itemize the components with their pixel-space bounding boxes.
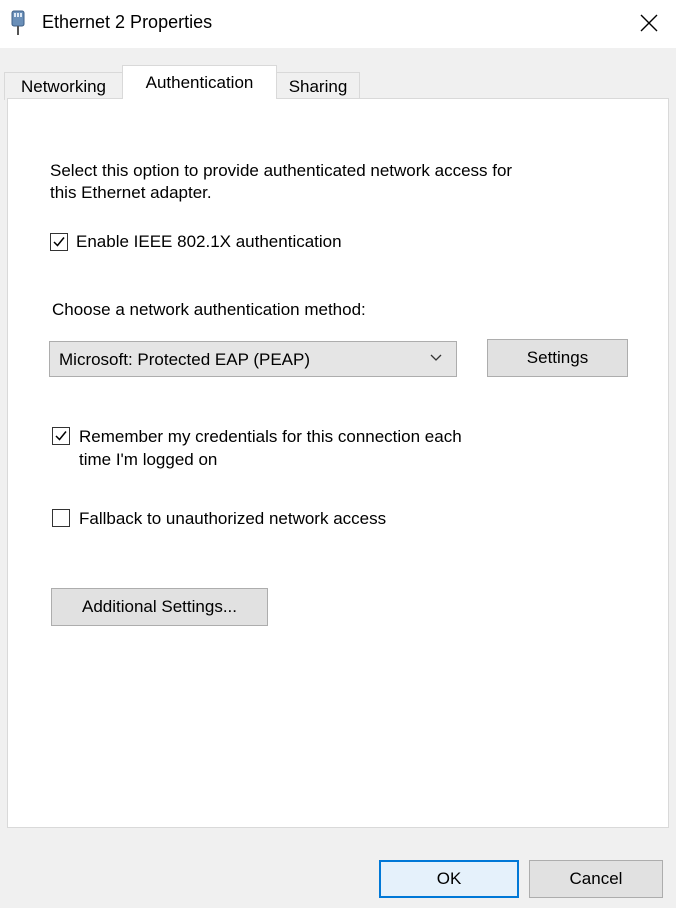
tab-label: Networking bbox=[20, 77, 107, 96]
close-button[interactable] bbox=[628, 6, 670, 40]
auth-method-select[interactable]: Microsoft: Protected EAP (PEAP) bbox=[49, 341, 457, 377]
window-title: Ethernet 2 Properties bbox=[42, 12, 213, 32]
auth-method-value: Microsoft: Protected EAP (PEAP) bbox=[59, 350, 310, 369]
close-icon bbox=[640, 14, 658, 32]
settings-button[interactable]: Settings bbox=[487, 339, 628, 377]
chevron-down-icon bbox=[430, 354, 442, 361]
title-bar: Ethernet 2 Properties bbox=[0, 0, 676, 48]
additional-settings-label: Additional Settings... bbox=[82, 597, 237, 616]
tab-networking[interactable]: Networking bbox=[4, 72, 123, 100]
settings-button-label: Settings bbox=[526, 348, 589, 367]
checkmark-icon bbox=[53, 237, 65, 247]
fallback-checkbox[interactable] bbox=[52, 509, 70, 527]
enable-8021x-label[interactable]: Enable IEEE 802.1X authentication bbox=[76, 232, 342, 252]
remember-credentials-label-line-1[interactable]: Remember my credentials for this connect… bbox=[79, 427, 462, 447]
network-adapter-icon bbox=[11, 10, 25, 35]
cancel-button-label: Cancel bbox=[569, 869, 623, 888]
ok-button[interactable]: OK bbox=[379, 860, 519, 898]
checkmark-icon bbox=[55, 431, 67, 441]
remember-credentials-checkbox[interactable] bbox=[52, 427, 70, 445]
remember-credentials-label-line-2[interactable]: time I'm logged on bbox=[79, 450, 217, 470]
cancel-button[interactable]: Cancel bbox=[529, 860, 663, 898]
ok-button-label: OK bbox=[436, 869, 462, 888]
enable-8021x-checkbox[interactable] bbox=[50, 233, 68, 251]
fallback-label[interactable]: Fallback to unauthorized network access bbox=[79, 509, 386, 529]
additional-settings-button[interactable]: Additional Settings... bbox=[51, 588, 268, 626]
tab-label: Authentication bbox=[145, 73, 254, 92]
tab-authentication[interactable]: Authentication bbox=[122, 65, 277, 99]
tab-sharing[interactable]: Sharing bbox=[276, 72, 360, 100]
tab-label: Sharing bbox=[288, 77, 348, 96]
